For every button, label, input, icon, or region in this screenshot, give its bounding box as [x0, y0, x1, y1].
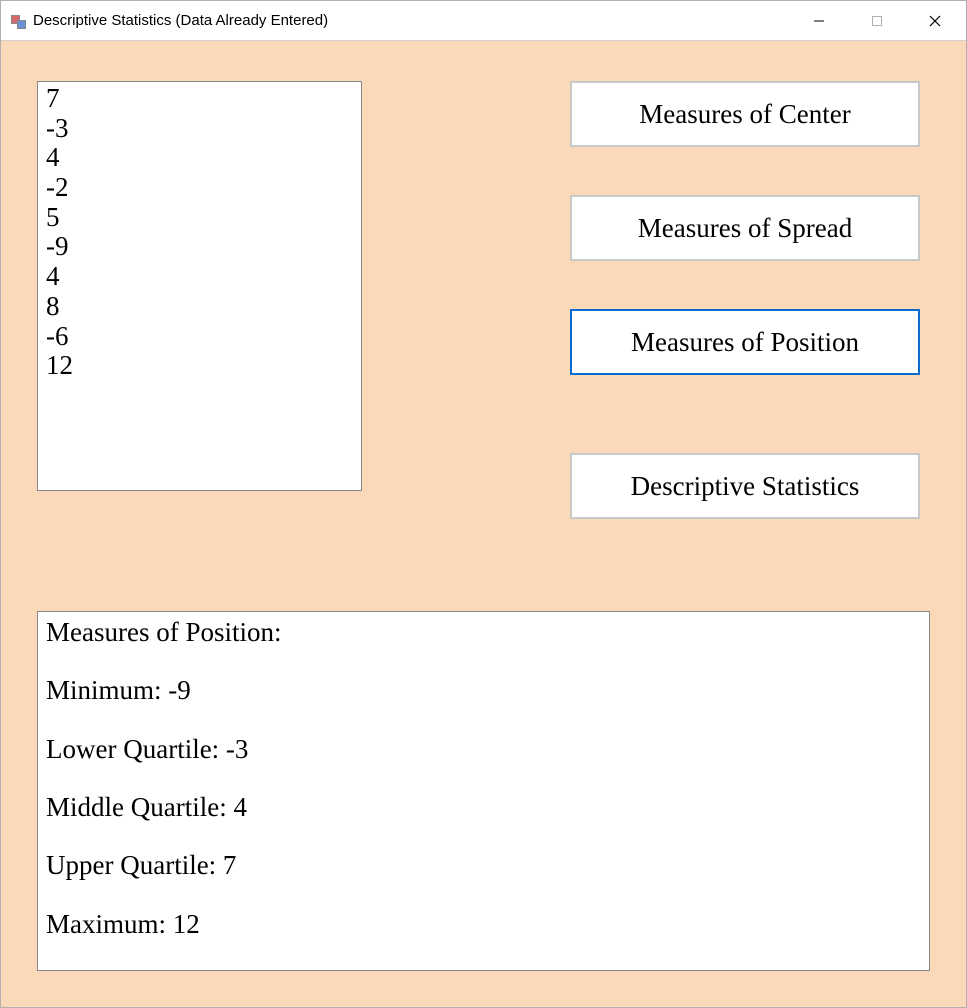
- button-label: Descriptive Statistics: [631, 471, 860, 502]
- window-title: Descriptive Statistics (Data Already Ent…: [33, 12, 790, 29]
- descriptive-statistics-button[interactable]: Descriptive Statistics: [570, 453, 920, 519]
- button-label: Measures of Spread: [638, 213, 852, 244]
- button-label: Measures of Center: [639, 99, 850, 130]
- measures-of-spread-button[interactable]: Measures of Spread: [570, 195, 920, 261]
- app-icon: [11, 13, 27, 29]
- stat-button-column: Measures of Center Measures of Spread Me…: [570, 81, 930, 519]
- data-listbox[interactable]: 7 -3 4 -2 5 -9 4 8 -6 12: [37, 81, 362, 491]
- top-row: 7 -3 4 -2 5 -9 4 8 -6 12 Measures of Cen…: [37, 81, 930, 519]
- client-area: 7 -3 4 -2 5 -9 4 8 -6 12 Measures of Cen…: [1, 41, 966, 1007]
- output-textbox[interactable]: Measures of Position: Minimum: -9 Lower …: [37, 611, 930, 971]
- minimize-button[interactable]: [790, 1, 848, 40]
- close-button[interactable]: [906, 1, 964, 40]
- measures-of-center-button[interactable]: Measures of Center: [570, 81, 920, 147]
- measures-of-position-button[interactable]: Measures of Position: [570, 309, 920, 375]
- maximize-button[interactable]: [848, 1, 906, 40]
- window-controls: [790, 1, 964, 40]
- button-label: Measures of Position: [631, 327, 859, 358]
- titlebar: Descriptive Statistics (Data Already Ent…: [1, 1, 966, 41]
